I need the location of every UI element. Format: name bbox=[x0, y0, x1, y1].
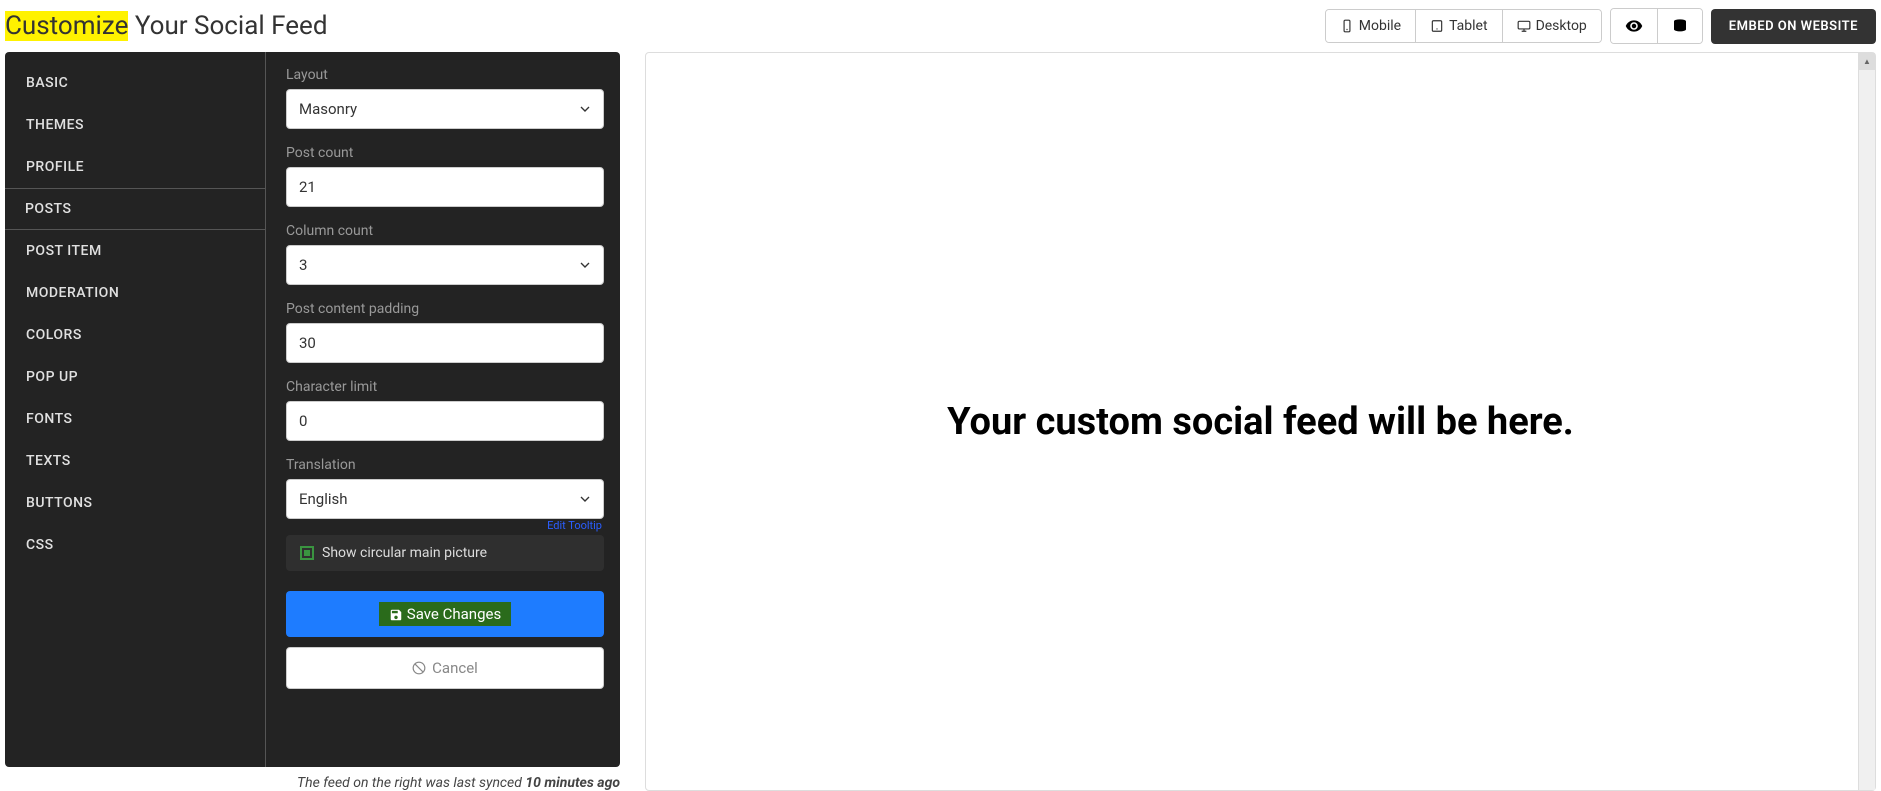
scroll-up-arrow-icon[interactable]: ▲ bbox=[1859, 53, 1875, 70]
database-icon bbox=[1672, 18, 1688, 34]
save-label: Save Changes bbox=[407, 605, 501, 623]
padding-input[interactable] bbox=[286, 323, 604, 363]
data-button[interactable] bbox=[1658, 9, 1702, 43]
cancel-label: Cancel bbox=[432, 659, 478, 677]
post-count-input[interactable] bbox=[286, 167, 604, 207]
title-highlighted-word: Customize bbox=[5, 11, 128, 41]
sidebar-item-basic[interactable]: BASIC bbox=[5, 62, 265, 104]
layout-label: Layout bbox=[286, 67, 604, 83]
tablet-label: Tablet bbox=[1449, 18, 1487, 34]
form-panel: Layout Masonry Post count Column count 3 bbox=[265, 52, 620, 767]
save-icon bbox=[389, 608, 403, 622]
sidebar-item-themes[interactable]: THEMES bbox=[5, 104, 265, 146]
save-button[interactable]: Save Changes bbox=[286, 591, 604, 637]
device-toggle-group: Mobile Tablet Desktop bbox=[1325, 9, 1602, 43]
padding-label: Post content padding bbox=[286, 301, 604, 317]
header-actions: Mobile Tablet Desktop EMBED ON WEBSITE bbox=[1325, 8, 1876, 44]
embed-button[interactable]: EMBED ON WEBSITE bbox=[1711, 9, 1876, 44]
column-count-select[interactable]: 3 bbox=[286, 245, 604, 285]
preview-panel: Your custom social feed will be here. ▲ bbox=[645, 52, 1876, 791]
sidebar-item-texts[interactable]: TEXTS bbox=[5, 440, 265, 482]
translation-label: Translation bbox=[286, 457, 604, 473]
post-count-label: Post count bbox=[286, 145, 604, 161]
sidebar-item-css[interactable]: CSS bbox=[5, 524, 265, 566]
sidebar-item-colors[interactable]: COLORS bbox=[5, 314, 265, 356]
sidebar: BASIC THEMES PROFILE POSTS POST ITEM MOD… bbox=[5, 52, 265, 767]
page-title: Customize Your Social Feed bbox=[5, 11, 328, 41]
mobile-device-button[interactable]: Mobile bbox=[1326, 10, 1416, 42]
circular-picture-checkbox-row[interactable]: Edit Tooltip Show circular main picture bbox=[286, 535, 604, 571]
desktop-icon bbox=[1517, 19, 1531, 33]
char-limit-input[interactable] bbox=[286, 401, 604, 441]
cancel-button[interactable]: Cancel bbox=[286, 647, 604, 689]
sidebar-item-profile[interactable]: PROFILE bbox=[5, 146, 265, 188]
translation-select[interactable]: English bbox=[286, 479, 604, 519]
config-panel: BASIC THEMES PROFILE POSTS POST ITEM MOD… bbox=[5, 52, 620, 767]
checkbox-icon bbox=[300, 546, 314, 560]
sidebar-item-post-item[interactable]: POST ITEM bbox=[5, 230, 265, 272]
sidebar-item-moderation[interactable]: MODERATION bbox=[5, 272, 265, 314]
mobile-icon bbox=[1340, 19, 1354, 33]
sidebar-item-buttons[interactable]: BUTTONS bbox=[5, 482, 265, 524]
icon-button-group bbox=[1610, 8, 1703, 44]
layout-select[interactable]: Masonry bbox=[286, 89, 604, 129]
preview-placeholder-text: Your custom social feed will be here. bbox=[947, 400, 1574, 444]
sidebar-item-popup[interactable]: POP UP bbox=[5, 356, 265, 398]
preview-button[interactable] bbox=[1611, 9, 1658, 43]
sync-note: The feed on the right was last synced 10… bbox=[5, 775, 620, 791]
sidebar-item-posts[interactable]: POSTS bbox=[5, 188, 265, 230]
checkbox-label: Show circular main picture bbox=[322, 545, 487, 561]
sidebar-item-fonts[interactable]: FONTS bbox=[5, 398, 265, 440]
preview-scrollbar[interactable]: ▲ bbox=[1858, 53, 1875, 790]
eye-icon bbox=[1625, 17, 1643, 35]
mobile-label: Mobile bbox=[1359, 18, 1401, 34]
desktop-label: Desktop bbox=[1536, 18, 1587, 34]
char-limit-label: Character limit bbox=[286, 379, 604, 395]
tablet-icon bbox=[1430, 19, 1444, 33]
desktop-device-button[interactable]: Desktop bbox=[1503, 10, 1601, 42]
title-rest: Your Social Feed bbox=[128, 11, 327, 41]
edit-tooltip-link[interactable]: Edit Tooltip bbox=[547, 519, 602, 532]
cancel-icon bbox=[412, 661, 426, 675]
column-count-label: Column count bbox=[286, 223, 604, 239]
tablet-device-button[interactable]: Tablet bbox=[1416, 10, 1502, 42]
